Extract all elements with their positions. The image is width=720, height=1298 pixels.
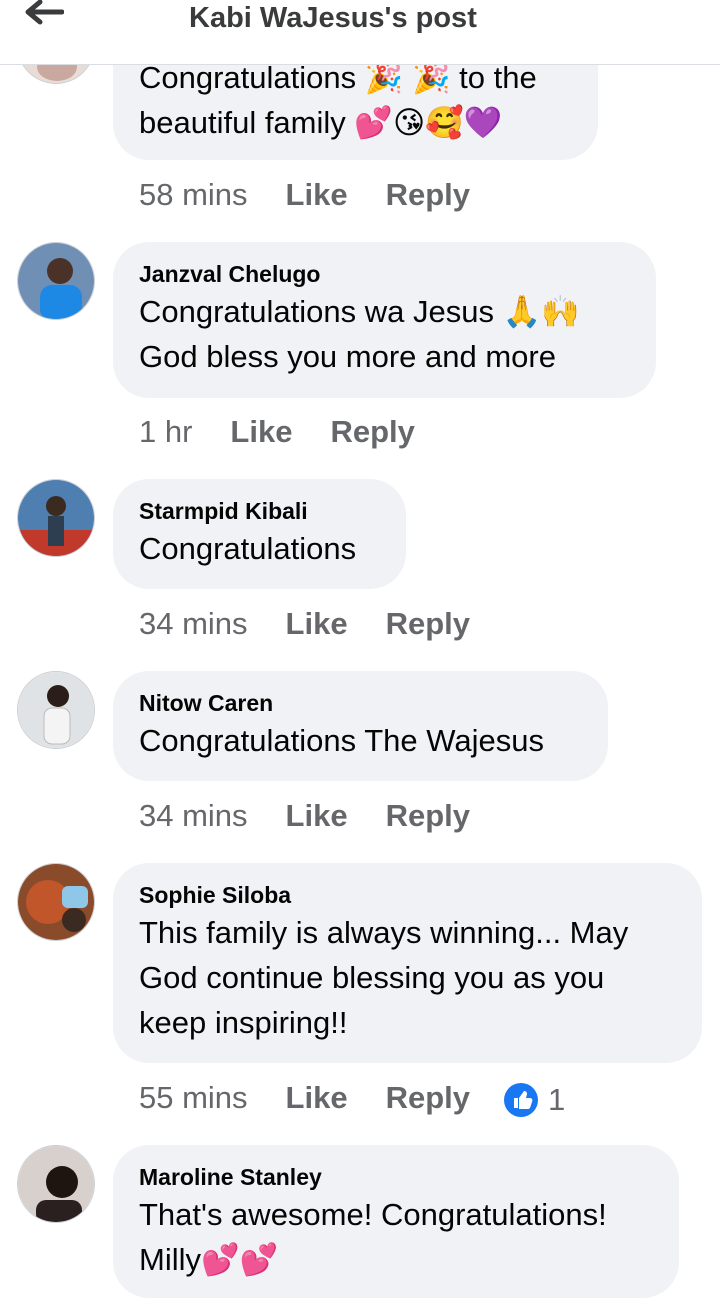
commenter-avatar[interactable] [17, 479, 95, 557]
comment-meta: 58 mins Like Reply [139, 175, 470, 215]
reaction-count: 1 [548, 1081, 566, 1117]
comment-author[interactable]: Janzval Chelugo [139, 259, 630, 289]
comment-text-line: Congratulations The Wajesus [139, 723, 544, 758]
avatar-photo [18, 480, 94, 556]
like-button[interactable]: Like [230, 412, 292, 452]
comment-text-line: Milly💕💕 [139, 1242, 279, 1277]
comment-time: 34 mins [139, 606, 248, 641]
comment-text-line: God bless you more and more [139, 339, 556, 374]
comment-author[interactable]: Starmpid Kibali [139, 496, 380, 526]
avatar-photo [18, 864, 94, 940]
comment-author[interactable]: Nitow Caren [139, 688, 582, 718]
like-button[interactable]: Like [286, 1078, 348, 1118]
comment-text-line: Congratulations wa Jesus 🙏🙌 [139, 294, 580, 329]
comments-feed: Congratulations 🎉 🎉 to the beautiful fam… [0, 0, 720, 1298]
comment-time: 58 mins [139, 177, 248, 212]
comment-author[interactable]: Sophie Siloba [139, 880, 676, 910]
reply-button[interactable]: Reply [386, 796, 470, 836]
commenter-avatar[interactable] [17, 242, 95, 320]
comment-text-line: God continue blessing you as you [139, 960, 605, 995]
comment-meta: 34 mins Like Reply [139, 604, 470, 644]
like-button[interactable]: Like [286, 604, 348, 644]
reply-button[interactable]: Reply [330, 412, 414, 452]
comment-time: 1 hr [139, 414, 193, 449]
commenter-avatar[interactable] [17, 1145, 95, 1223]
comment-text-line: That's awesome! Congratulations! [139, 1197, 607, 1232]
comment-text-line: Congratulations [139, 531, 357, 566]
comment-meta: 55 mins Like Reply 1 [139, 1078, 565, 1118]
comment-text-line: This family is always winning... May [139, 915, 629, 950]
commenter-avatar[interactable] [17, 671, 95, 749]
reply-button[interactable]: Reply [386, 604, 470, 644]
comment-text-line: beautiful family 💕😘🥰💜 [139, 105, 503, 140]
comment-bubble: Maroline Stanley That's awesome! Congrat… [113, 1145, 679, 1298]
comment-meta: 34 mins Like Reply [139, 796, 470, 836]
reply-button[interactable]: Reply [386, 175, 470, 215]
reply-button[interactable]: Reply [386, 1078, 470, 1118]
comment-bubble: Sophie Siloba This family is always winn… [113, 863, 702, 1063]
comment-meta: 1 hr Like Reply [139, 412, 415, 452]
arrow-left-icon [25, 0, 65, 25]
like-button[interactable]: Like [286, 796, 348, 836]
comment-bubble: Janzval Chelugo Congratulations wa Jesus… [113, 242, 656, 398]
comment-text-line: keep inspiring!! [139, 1005, 348, 1040]
back-button[interactable] [24, 0, 72, 30]
comment-time: 34 mins [139, 798, 248, 833]
comment-author[interactable]: Maroline Stanley [139, 1162, 653, 1192]
commenter-avatar[interactable] [17, 863, 95, 941]
post-header: Kabi WaJesus's post [0, 0, 720, 65]
avatar-photo [18, 243, 94, 319]
comment-bubble: Starmpid Kibali Congratulations [113, 479, 406, 589]
avatar-photo [18, 1146, 94, 1222]
like-button[interactable]: Like [286, 175, 348, 215]
comment-bubble: Nitow Caren Congratulations The Wajesus [113, 671, 608, 781]
comment-time: 55 mins [139, 1080, 248, 1115]
page-title: Kabi WaJesus's post [189, 2, 477, 34]
like-reaction-icon[interactable] [504, 1082, 538, 1117]
avatar-photo [18, 672, 94, 748]
